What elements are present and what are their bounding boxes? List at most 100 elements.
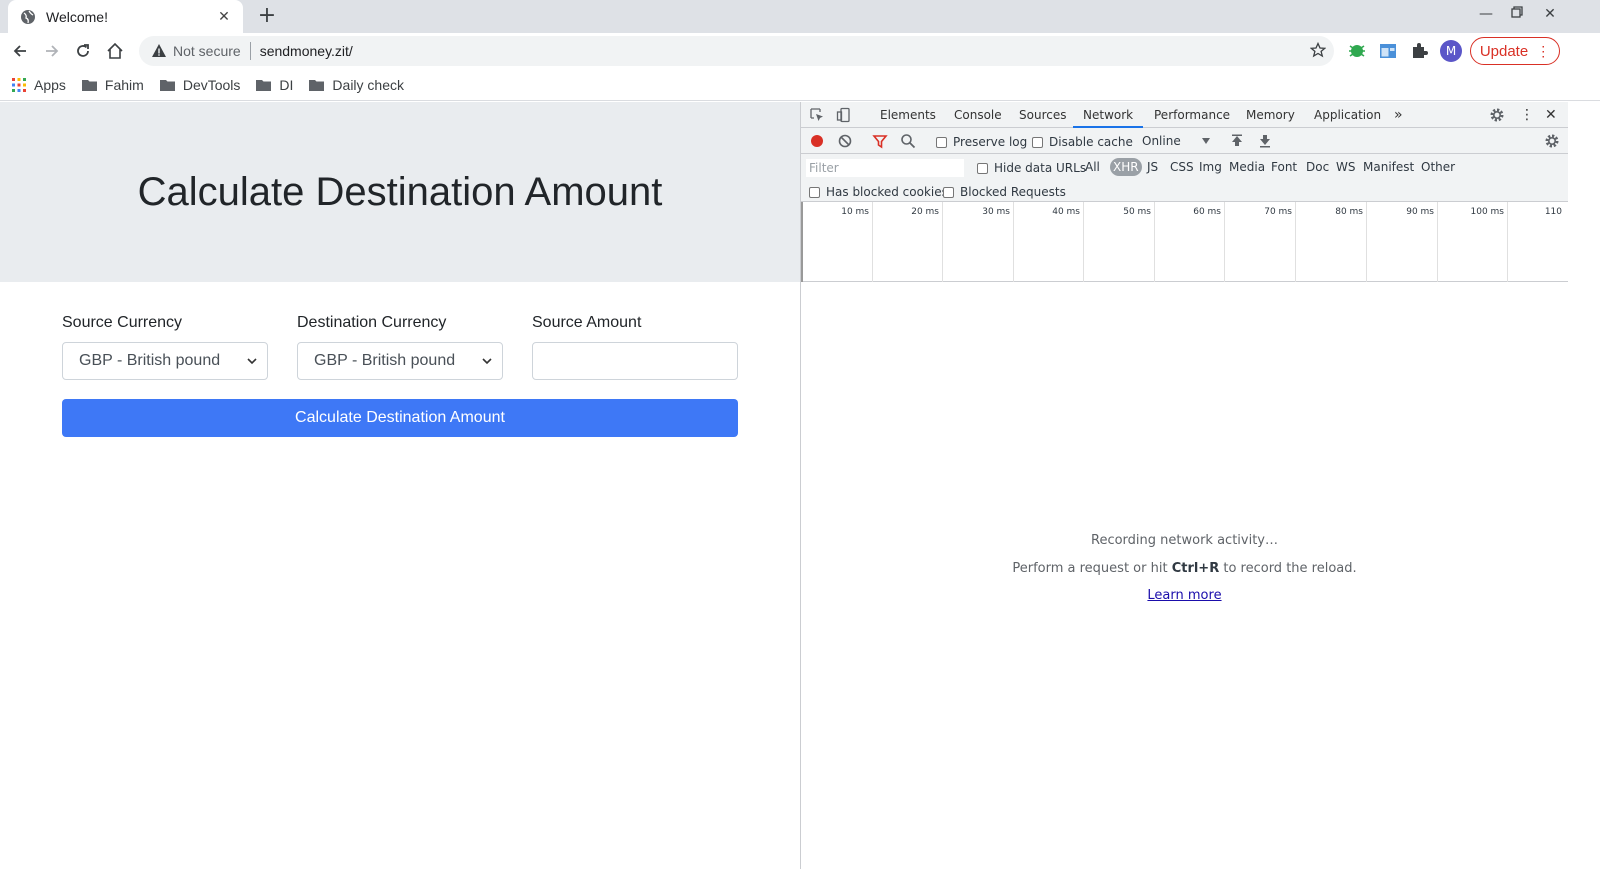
search-icon[interactable] [900,133,916,149]
address-bar[interactable]: Not secure sendmoney.zit/ [139,36,1334,66]
devtools-menu-icon[interactable]: ⋮ [1520,102,1534,128]
warning-icon [152,44,166,57]
throttling-select[interactable]: Online [1142,134,1210,148]
reload-hint-post: to record the reload. [1219,560,1357,576]
hide-data-urls-checkbox[interactable]: Hide data URLs [977,161,1086,175]
reload-hint: Perform a request or hit Ctrl+R to recor… [801,558,1568,586]
tab-performance[interactable]: Performance [1154,102,1230,128]
device-toolbar-icon[interactable] [836,107,852,123]
timeline-tick: 60 ms [1193,202,1225,282]
tick-label: 20 ms [911,207,939,217]
filter-type-img[interactable]: Img [1199,158,1222,176]
filter-type-doc[interactable]: Doc [1306,158,1329,176]
bookmark-devtools[interactable]: DevTools [159,76,241,93]
minimize-icon[interactable]: — [1474,6,1498,22]
bookmark-label: DevTools [182,76,241,93]
disable-cache-checkbox[interactable]: Disable cache [1032,135,1133,149]
preserve-log-checkbox[interactable]: Preserve log [936,135,1027,149]
menu-dots-icon: ⋮ [1536,43,1551,59]
checkbox-box [1032,136,1043,148]
blocked-requests-checkbox[interactable]: Blocked Requests [943,185,1066,199]
bookmark-daily-check[interactable]: Daily check [309,77,404,93]
tick-label: 50 ms [1123,207,1151,217]
timeline-tick: 20 ms [911,202,943,282]
clear-icon[interactable] [837,133,853,149]
source-amount-input[interactable] [532,342,738,380]
filter-funnel-icon[interactable] [872,133,888,149]
calculate-button[interactable]: Calculate Destination Amount [62,399,738,437]
url-text[interactable]: sendmoney.zit/ [260,43,353,59]
filter-type-ws[interactable]: WS [1336,158,1355,176]
tick-label: 100 ms [1470,207,1505,217]
update-button[interactable]: Update ⋮ [1470,37,1560,65]
destination-currency-label: Destination Currency [297,314,447,331]
browser-toolbar: Not secure sendmoney.zit/ M Update ⋮ [0,33,1600,69]
extension-bug-icon[interactable] [1347,41,1367,61]
filter-type-all[interactable]: All [1085,158,1100,176]
tick-label: 80 ms [1335,207,1363,217]
devtools-panel: Elements Console Sources Network Perform… [800,102,1568,869]
learn-more-link[interactable]: Learn more [1147,588,1221,603]
filter-type-xhr[interactable]: XHR [1110,158,1142,176]
timeline-tick: 90 ms [1406,202,1438,282]
filter-type-media[interactable]: Media [1229,158,1265,176]
tab-network[interactable]: Network [1073,102,1144,128]
network-overview-timeline[interactable]: 10 ms 20 ms 30 ms 40 ms 50 ms 60 ms 70 m… [801,202,1568,282]
timeline-start-marker [801,202,803,282]
reload-shortcut: Ctrl+R [1171,560,1220,576]
close-devtools-icon[interactable]: ✕ [1545,102,1557,128]
export-har-icon[interactable] [1257,133,1273,149]
source-currency-value: GBP - British pound [79,352,221,369]
folder-icon [81,79,97,91]
back-icon[interactable] [8,39,32,63]
tab-console[interactable]: Console [954,102,1002,128]
record-icon[interactable] [809,133,825,149]
checkbox-box [809,186,820,198]
filter-type-js[interactable]: JS [1147,158,1158,176]
folder-icon [309,79,325,91]
has-blocked-cookies-label: Has blocked cookies [826,185,948,199]
filter-type-other[interactable]: Other [1421,158,1455,176]
filter-type-manifest[interactable]: Manifest [1363,158,1414,176]
tick-label: 10 ms [841,207,869,217]
filter-type-font[interactable]: Font [1271,158,1297,176]
tab-application[interactable]: Application [1314,102,1381,128]
source-currency-select[interactable]: GBP - British pound [62,342,268,380]
globe-icon [21,9,35,24]
source-currency-group: Source Currency GBP - British pound [62,314,268,380]
source-amount-label: Source Amount [532,314,642,331]
close-tab-icon[interactable]: ✕ [215,9,233,25]
filter-input[interactable]: Filter [805,158,965,178]
new-tab-button[interactable]: + [254,4,280,30]
has-blocked-cookies-checkbox[interactable]: Has blocked cookies [809,185,948,199]
import-har-icon[interactable] [1229,133,1245,149]
close-window-icon[interactable]: ✕ [1538,6,1562,22]
tab-elements[interactable]: Elements [880,102,936,128]
inspect-element-icon[interactable] [809,107,825,123]
more-tabs-icon[interactable]: » [1394,102,1403,128]
bookmark-apps[interactable]: Apps [12,77,66,93]
network-settings-gear-icon[interactable] [1544,133,1560,149]
bookmark-star-icon[interactable] [1309,41,1327,62]
timeline-tick: 70 ms [1264,202,1296,282]
tab-sources[interactable]: Sources [1019,102,1066,128]
browser-tab[interactable]: Welcome! ✕ [8,0,243,33]
forward-icon[interactable] [40,39,64,63]
bookmark-fahim[interactable]: Fahim [81,77,144,93]
tick-label: 40 ms [1052,207,1080,217]
home-icon[interactable] [103,39,127,63]
extensions-puzzle-icon[interactable] [1409,41,1429,61]
extension-window-icon[interactable] [1378,41,1398,61]
throttling-value: Online [1142,134,1181,148]
restore-icon[interactable] [1505,6,1529,22]
filter-type-css[interactable]: CSS [1170,158,1194,176]
destination-currency-select[interactable]: GBP - British pound [297,342,503,380]
bookmark-di[interactable]: DI [256,77,293,93]
chevron-down-icon [247,358,257,365]
chevron-down-icon [482,358,492,365]
tab-memory[interactable]: Memory [1246,102,1295,128]
preserve-log-label: Preserve log [953,135,1028,149]
profile-avatar[interactable]: M [1440,40,1462,62]
settings-gear-icon[interactable] [1489,107,1505,123]
reload-icon[interactable] [71,39,95,63]
